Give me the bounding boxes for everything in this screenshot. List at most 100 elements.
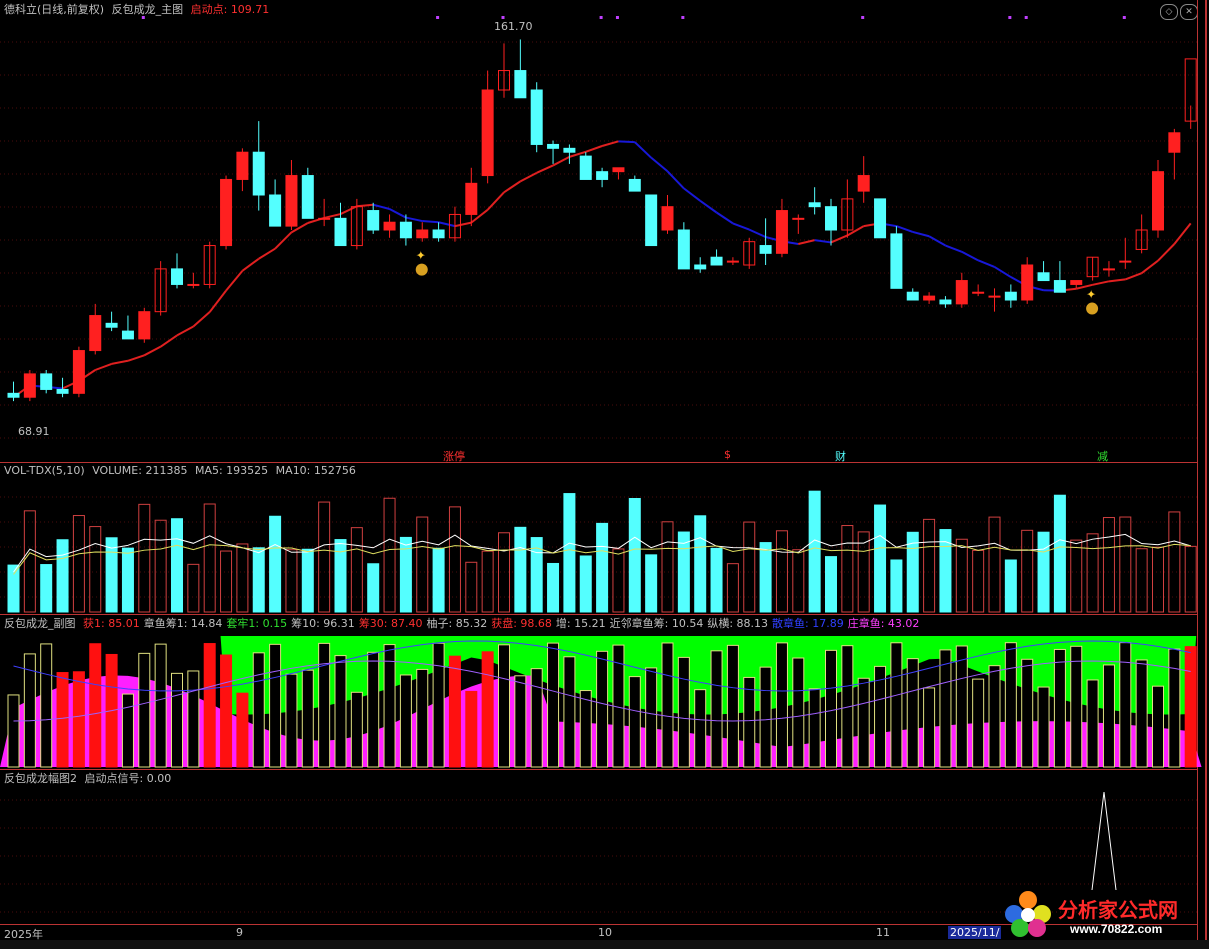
- sub-bar: [481, 651, 494, 768]
- sub-bar: [269, 643, 282, 768]
- ma-line-segment: [928, 235, 946, 247]
- ma-line-segment: [389, 208, 407, 219]
- candle-body: [121, 330, 134, 340]
- x-label-oct: 10: [598, 926, 612, 939]
- ma-line-segment: [486, 191, 505, 211]
- volume-bar: [334, 539, 347, 613]
- price-chart[interactable]: ✦✦: [0, 0, 1209, 949]
- ma-line-segment: [192, 311, 211, 328]
- volume-bar: [89, 526, 102, 613]
- volume-bar: [350, 527, 363, 613]
- sub-bar: [579, 690, 592, 768]
- sub-bar: [498, 644, 510, 768]
- candle-body: [792, 217, 805, 220]
- volume-bar: [1168, 511, 1181, 613]
- sub-bar: [825, 649, 837, 768]
- candle-body: [252, 151, 265, 196]
- candle-body: [1053, 280, 1066, 293]
- sub-bar: [743, 676, 756, 768]
- sub-bar: [547, 642, 560, 768]
- ma-line-segment: [503, 180, 521, 194]
- sub-bar: [972, 678, 985, 768]
- sub-bar: [416, 668, 429, 768]
- ma-line-segment: [356, 203, 374, 208]
- volume-bar: [514, 526, 527, 613]
- volume-bar: [563, 493, 576, 613]
- ma-line-segment: [176, 325, 194, 337]
- ma-line-segment: [1108, 278, 1126, 283]
- volume-bar: [138, 503, 151, 613]
- candle-body: [514, 70, 527, 99]
- volume-bar: [220, 550, 233, 613]
- candle-body: [857, 175, 870, 192]
- volume-bar: [1021, 529, 1034, 613]
- sub-bar: [596, 650, 609, 768]
- sub-bar: [677, 656, 690, 768]
- candle-body: [1037, 272, 1050, 282]
- top-marker: [615, 16, 619, 19]
- candle-body: [481, 89, 494, 177]
- ma-line-segment: [422, 220, 439, 224]
- candle-body: [1102, 268, 1115, 271]
- sub-bar: [775, 642, 788, 768]
- ma-line-segment: [732, 222, 750, 231]
- ma-line-segment: [618, 140, 635, 144]
- ma-line-segment: [585, 145, 603, 153]
- ma-line-segment: [830, 234, 848, 244]
- volume-bar: [1184, 545, 1197, 613]
- sub-bar: [1184, 646, 1197, 768]
- sub-bar: [7, 694, 20, 768]
- candle-body: [759, 245, 772, 254]
- ma-line-segment: [1092, 280, 1110, 286]
- candle-body: [269, 194, 282, 227]
- ma-line-segment: [993, 266, 1012, 278]
- volume-bar: [416, 516, 429, 613]
- sub-bar: [1152, 685, 1164, 768]
- sub-bar: [514, 675, 527, 768]
- ma-line-segment: [748, 228, 767, 238]
- top-marker: [599, 16, 603, 19]
- ma-line-segment: [977, 259, 995, 268]
- sub-bar: [710, 650, 723, 768]
- sub-bar: [890, 642, 903, 768]
- candle-body: [1168, 132, 1181, 153]
- volume-bar: [481, 550, 494, 613]
- sub-bar: [72, 671, 85, 768]
- sub-bar: [89, 643, 102, 768]
- site-logo: 分析家公式网 www.70822.com: [1000, 886, 1200, 942]
- ma-line-segment: [536, 164, 554, 174]
- volume-bar: [1037, 531, 1050, 613]
- sub-bar: [383, 644, 396, 768]
- candle-body: [563, 147, 576, 153]
- candle-body: [89, 315, 102, 352]
- candle-body: [383, 221, 396, 231]
- candle-body: [906, 291, 919, 301]
- top-marker: [1024, 16, 1028, 19]
- volume-bar: [301, 548, 314, 613]
- ma-line-segment: [798, 239, 815, 245]
- candle-body: [416, 229, 429, 239]
- volume-bar: [465, 561, 478, 613]
- volume-bar: [285, 549, 298, 613]
- volume-bar: [825, 556, 837, 613]
- x-label-cursor-date: 2025/11/: [948, 926, 1002, 939]
- ma-line-segment: [143, 345, 162, 357]
- top-marker: [1008, 16, 1012, 19]
- volume-bar: [645, 554, 658, 613]
- ma-line-segment: [372, 203, 390, 210]
- volume-bar: [318, 501, 331, 613]
- candle-body: [874, 198, 887, 239]
- sub-bar: [988, 665, 1001, 768]
- candle-body: [285, 175, 298, 227]
- top-marker: [501, 16, 505, 19]
- volume-bar: [1152, 546, 1164, 613]
- sub-bar: [465, 690, 478, 768]
- ma-line-segment: [323, 213, 341, 219]
- ma-line-segment: [634, 141, 652, 159]
- candle-body: [105, 322, 118, 328]
- volume-bar: [1004, 559, 1017, 613]
- candle-body: [367, 210, 380, 231]
- volume-bar: [56, 539, 69, 613]
- ma-line-segment: [715, 211, 734, 225]
- sub-bar: [1102, 664, 1115, 768]
